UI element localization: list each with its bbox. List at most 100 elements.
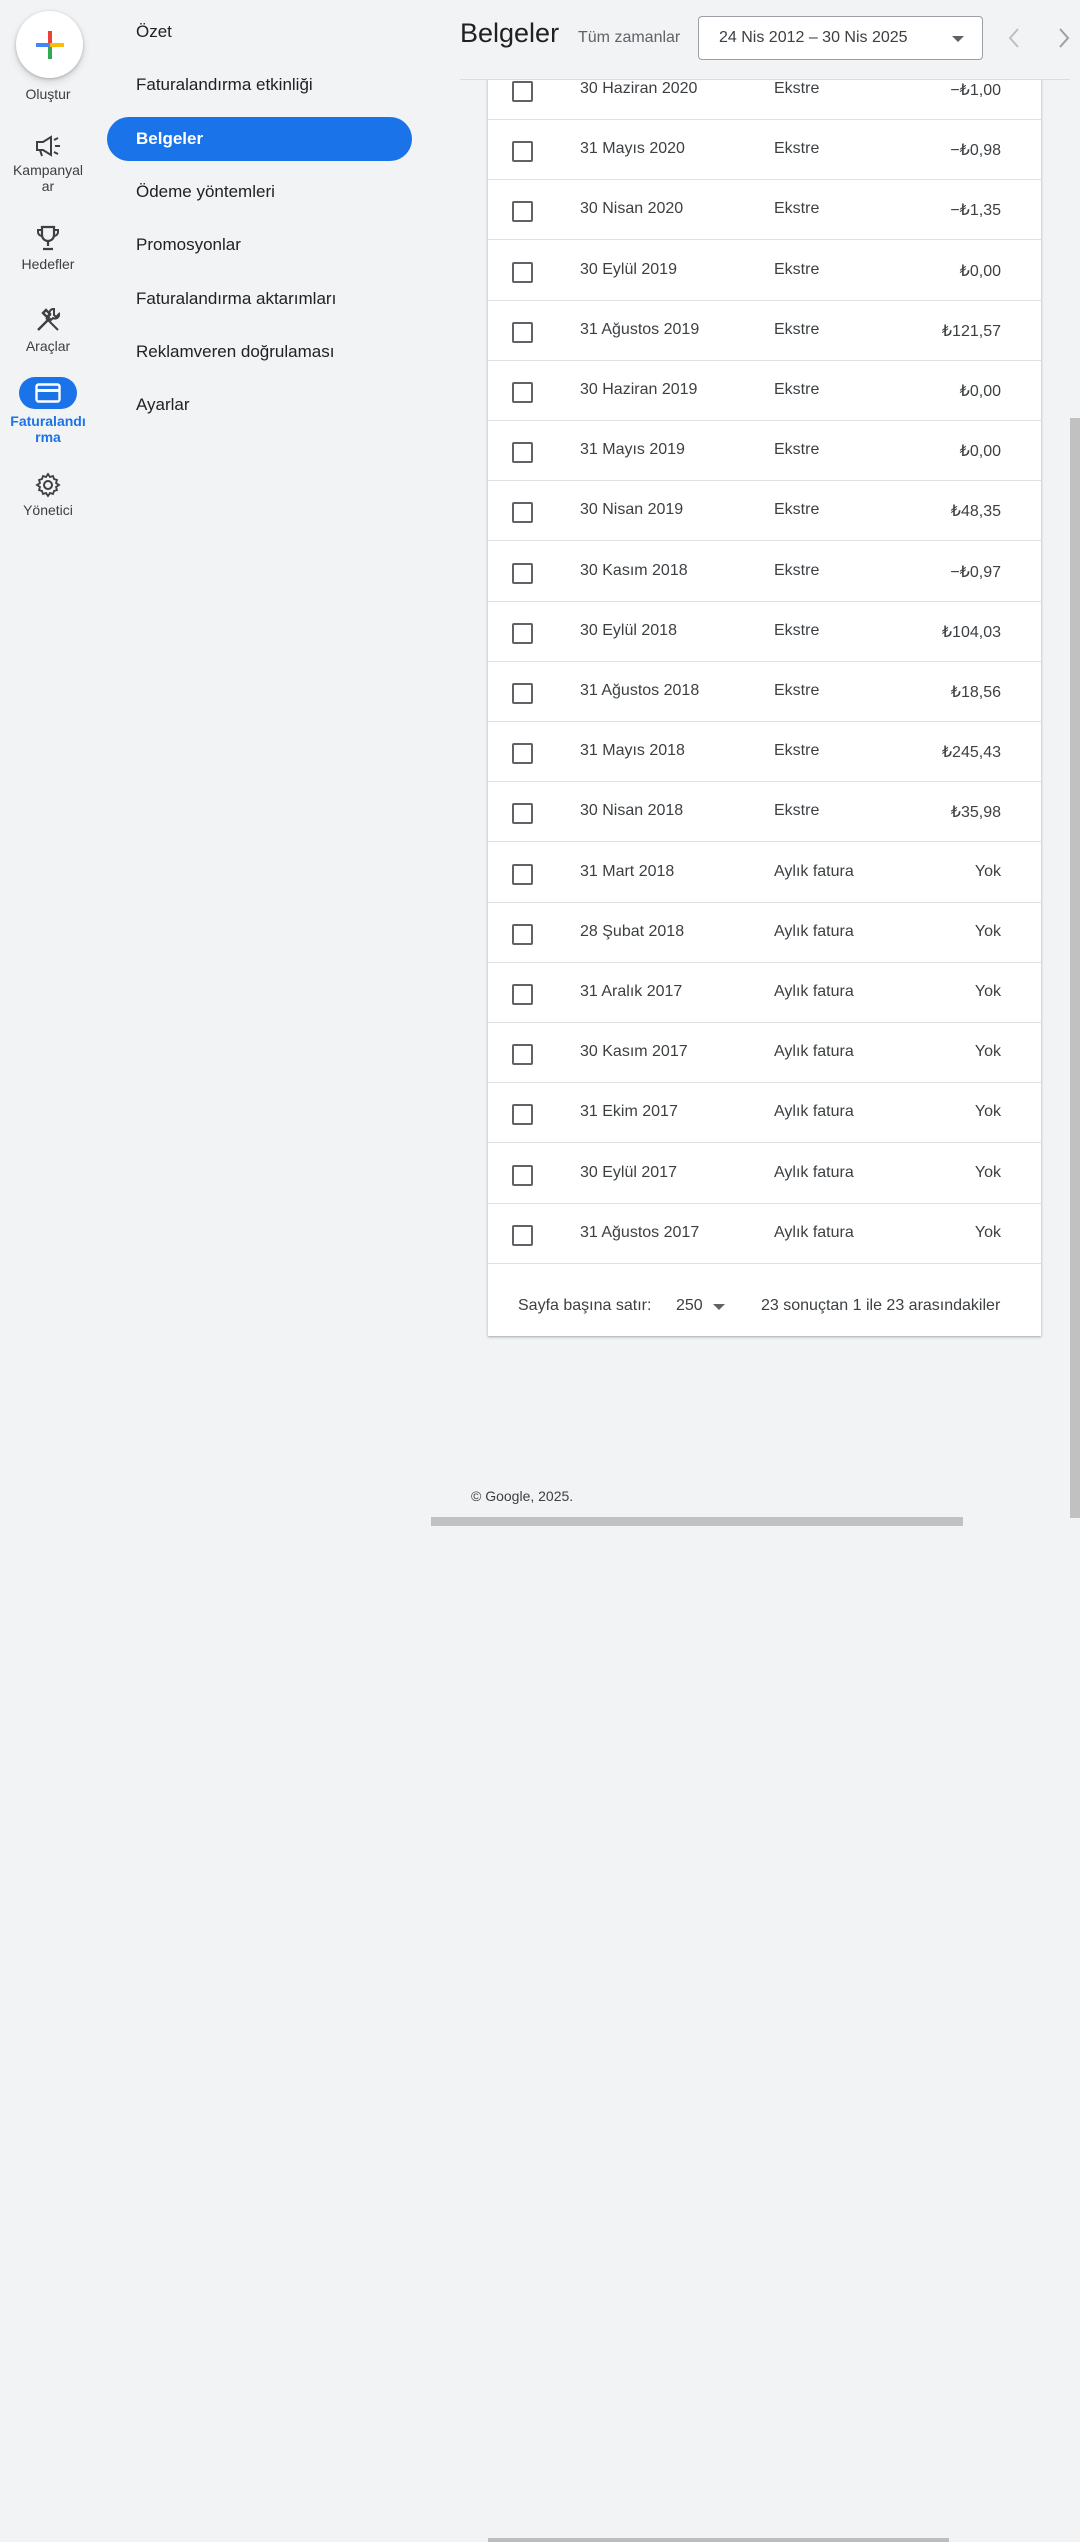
table-row[interactable]: 30 Kasım 2018 Ekstre −₺0,97 bbox=[488, 542, 1041, 602]
cell-date[interactable]: 30 Kasım 2017 bbox=[580, 1043, 688, 1061]
cell-date[interactable]: 31 Ekim 2017 bbox=[580, 1103, 678, 1121]
subnav-item-payment-methods[interactable]: Ödeme yöntemleri bbox=[107, 170, 412, 214]
subnav-item-advertiser-verification[interactable]: Reklamveren doğrulaması bbox=[107, 330, 412, 374]
date-range-value: 24 Nis 2012 – 30 Nis 2025 bbox=[719, 29, 908, 46]
cell-amount: Yok bbox=[974, 1163, 1001, 1181]
table-horizontal-scrollbar[interactable] bbox=[488, 2538, 949, 2542]
row-checkbox[interactable] bbox=[512, 1224, 533, 1246]
table-row[interactable]: 31 Mart 2018 Aylık fatura Yok bbox=[488, 843, 1041, 903]
row-checkbox[interactable] bbox=[512, 261, 533, 283]
row-checkbox[interactable] bbox=[512, 923, 533, 945]
row-checkbox[interactable] bbox=[512, 442, 533, 464]
create-button[interactable] bbox=[16, 11, 83, 78]
cell-date[interactable]: 31 Mayıs 2019 bbox=[580, 441, 685, 459]
table-row[interactable]: 28 Şubat 2018 Aylık fatura Yok bbox=[488, 903, 1041, 963]
cell-document-type: Ekstre bbox=[774, 260, 820, 278]
rail-label-tools: Araçlar bbox=[25, 338, 71, 354]
table-row[interactable]: 30 Nisan 2020 Ekstre −₺1,35 bbox=[488, 180, 1041, 241]
cell-amount: Yok bbox=[974, 1223, 1001, 1241]
row-checkbox[interactable] bbox=[512, 743, 533, 765]
cell-date[interactable]: 31 Ağustos 2017 bbox=[580, 1224, 699, 1242]
row-checkbox[interactable] bbox=[512, 201, 533, 223]
row-checkbox[interactable] bbox=[512, 562, 533, 584]
table-row[interactable]: 30 Kasım 2017 Aylık fatura Yok bbox=[488, 1023, 1041, 1084]
date-range-picker[interactable]: 24 Nis 2012 – 30 Nis 2025 bbox=[698, 16, 983, 60]
page-vertical-scrollbar[interactable] bbox=[1070, 418, 1080, 1518]
row-checkbox[interactable] bbox=[512, 1164, 533, 1186]
row-checkbox[interactable] bbox=[512, 984, 533, 1005]
row-checkbox[interactable] bbox=[512, 321, 533, 343]
row-checkbox[interactable] bbox=[512, 1104, 533, 1126]
table-row[interactable]: 30 Eylül 2018 Ekstre ₺104,03 bbox=[488, 602, 1041, 662]
cell-document-type: Ekstre bbox=[774, 381, 820, 398]
cell-date[interactable]: 31 Mayıs 2020 bbox=[580, 140, 685, 158]
subnav-item-summary[interactable]: Özet bbox=[107, 10, 412, 54]
table-row[interactable]: 31 Aralık 2017 Aylık fatura Yok bbox=[488, 963, 1041, 1023]
subnav-item-billing-activity[interactable]: Faturalandırma etkinliği bbox=[107, 63, 412, 107]
chevron-right-icon[interactable] bbox=[1052, 24, 1076, 52]
table-row[interactable]: 31 Mayıs 2020 Ekstre −₺0,98 bbox=[488, 120, 1041, 181]
cell-date[interactable]: 30 Nisan 2019 bbox=[580, 501, 683, 519]
cell-date[interactable]: 31 Ağustos 2018 bbox=[580, 682, 699, 700]
row-checkbox[interactable] bbox=[512, 683, 533, 704]
row-checkbox[interactable] bbox=[512, 502, 533, 524]
rail-item-campaigns[interactable]: Kampanyal ar bbox=[0, 134, 96, 194]
cell-date[interactable]: 30 Kasım 2018 bbox=[580, 562, 688, 580]
table-row[interactable]: 31 Ağustos 2017 Aylık fatura Yok bbox=[488, 1204, 1041, 1264]
subnav-item-documents[interactable]: Belgeler bbox=[107, 117, 412, 161]
cell-date[interactable]: 30 Eylül 2019 bbox=[580, 261, 677, 279]
cell-date[interactable]: 30 Eylül 2018 bbox=[580, 622, 677, 640]
rail-label-billing: Faturalandı rma bbox=[10, 413, 86, 445]
table-row[interactable]: 31 Mayıs 2019 Ekstre ₺0,00 bbox=[488, 421, 1041, 482]
subnav-item-promotions[interactable]: Promosyonlar bbox=[107, 223, 412, 267]
cell-document-type: Ekstre bbox=[774, 441, 820, 459]
cell-date[interactable]: 31 Mayıs 2018 bbox=[580, 742, 685, 760]
chevron-down-icon[interactable] bbox=[713, 1304, 725, 1310]
cell-date[interactable]: 30 Haziran 2019 bbox=[580, 381, 697, 399]
cell-document-type: Aylık fatura bbox=[774, 922, 854, 940]
table-row[interactable]: 30 Eylül 2017 Aylık fatura Yok bbox=[488, 1144, 1041, 1204]
cell-amount: −₺0,98 bbox=[950, 142, 1001, 160]
cell-date[interactable]: 31 Aralık 2017 bbox=[580, 983, 682, 1001]
row-checkbox[interactable] bbox=[512, 382, 533, 403]
row-checkbox[interactable] bbox=[512, 622, 533, 644]
cell-date[interactable]: 31 Ağustos 2019 bbox=[580, 321, 699, 339]
table-row[interactable]: 31 Mayıs 2018 Ekstre ₺245,43 bbox=[488, 722, 1041, 783]
row-checkbox[interactable] bbox=[512, 81, 533, 102]
row-checkbox[interactable] bbox=[512, 803, 533, 825]
rail-item-goals[interactable]: Hedefler bbox=[0, 224, 96, 272]
table-row[interactable]: 30 Haziran 2019 Ekstre ₺0,00 bbox=[488, 361, 1041, 421]
cell-date[interactable]: 30 Haziran 2020 bbox=[580, 80, 697, 98]
table-row[interactable]: 30 Nisan 2018 Ekstre ₺35,98 bbox=[488, 782, 1041, 843]
cell-amount: −₺0,97 bbox=[950, 563, 1001, 581]
table-row[interactable]: 31 Ağustos 2019 Ekstre ₺121,57 bbox=[488, 301, 1041, 361]
page-horizontal-scrollbar[interactable] bbox=[431, 1517, 963, 1526]
rows-per-page-select[interactable]: 250 bbox=[676, 1297, 703, 1315]
row-checkbox[interactable] bbox=[512, 141, 533, 163]
cell-date[interactable]: 28 Şubat 2018 bbox=[580, 923, 684, 941]
cell-document-type: Ekstre bbox=[774, 320, 820, 338]
cell-date[interactable]: 31 Mart 2018 bbox=[580, 863, 674, 881]
row-checkbox[interactable] bbox=[512, 1044, 533, 1066]
cell-date[interactable]: 30 Eylül 2017 bbox=[580, 1164, 677, 1182]
cell-amount: ₺104,03 bbox=[941, 623, 1001, 641]
subnav-item-billing-transfers[interactable]: Faturalandırma aktarımları bbox=[107, 277, 412, 321]
table-row[interactable]: 31 Ekim 2017 Aylık fatura Yok bbox=[488, 1083, 1041, 1144]
chevron-left-icon[interactable] bbox=[1002, 24, 1026, 52]
cell-date[interactable]: 30 Nisan 2020 bbox=[580, 200, 683, 218]
billing-active-indicator bbox=[19, 377, 77, 409]
rail-item-billing[interactable]: Faturalandı rma bbox=[0, 377, 96, 445]
page-title: Belgeler bbox=[460, 18, 560, 48]
table-row[interactable]: 30 Nisan 2019 Ekstre ₺48,35 bbox=[488, 481, 1041, 542]
rail-item-tools[interactable]: Araçlar bbox=[0, 306, 96, 354]
subnav-item-settings[interactable]: Ayarlar bbox=[107, 383, 412, 427]
row-checkbox[interactable] bbox=[512, 863, 533, 885]
table-row[interactable]: 30 Eylül 2019 Ekstre ₺0,00 bbox=[488, 241, 1041, 301]
create-label-item[interactable]: Oluştur bbox=[0, 82, 96, 102]
table-row[interactable]: 31 Ağustos 2018 Ekstre ₺18,56 bbox=[488, 662, 1041, 722]
rail-item-admin[interactable]: Yönetici bbox=[0, 472, 96, 518]
cell-document-type: Ekstre bbox=[774, 501, 820, 519]
cell-amount: ₺35,98 bbox=[950, 804, 1001, 822]
cell-date[interactable]: 30 Nisan 2018 bbox=[580, 802, 683, 820]
cell-amount: Yok bbox=[974, 1103, 1001, 1121]
